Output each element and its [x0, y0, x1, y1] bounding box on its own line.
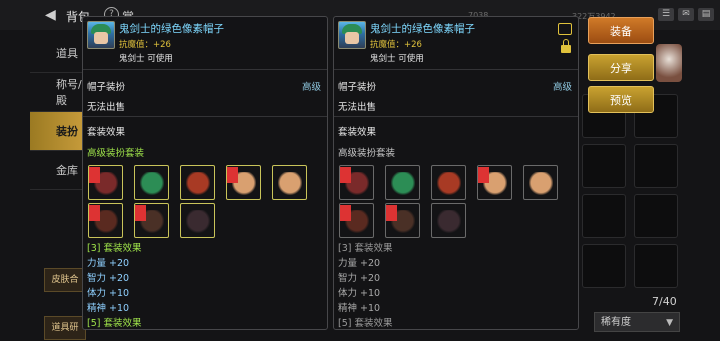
set-name: 高级装扮套装: [338, 148, 396, 159]
item-class-requirement: 鬼剑士 可使用: [370, 54, 424, 64]
set-bonus-next-header: [5] 套装效果: [338, 318, 393, 329]
back-arrow-icon[interactable]: ◀: [45, 7, 56, 23]
menu-icon[interactable]: ▤: [698, 8, 714, 21]
set-bonus-int: 智力 +20: [338, 273, 381, 284]
set-bonus-vit: 体力 +10: [338, 288, 381, 299]
neck-icon[interactable]: [523, 165, 558, 200]
item-grade: 高级: [301, 82, 321, 93]
item-name: 鬼剑士的绿色像素帽子: [370, 23, 475, 35]
set-bonus-next-header: [5] 套装效果: [87, 318, 142, 329]
preview-button[interactable]: 预览: [588, 86, 654, 113]
tag-icon: [227, 167, 238, 183]
hair-icon[interactable]: [431, 165, 466, 200]
hair-icon[interactable]: [339, 165, 374, 200]
divider: [334, 116, 578, 117]
divider: [334, 69, 578, 70]
face-icon[interactable]: [226, 165, 261, 200]
inventory-slot[interactable]: [582, 194, 626, 238]
pants-icon[interactable]: [134, 203, 169, 238]
set-bonus-str: 力量 +20: [338, 258, 381, 269]
tag-icon: [386, 205, 397, 221]
nav-item-1[interactable]: 称号/殿: [30, 73, 82, 112]
face-icon[interactable]: [477, 165, 512, 200]
sell-status: 无法出售: [338, 102, 377, 113]
nav-item-3[interactable]: 金库: [30, 151, 82, 190]
set-bonus-str: 力量 +20: [87, 258, 130, 269]
sell-status: 无法出售: [87, 102, 126, 113]
hair-icon[interactable]: [88, 165, 123, 200]
set-bonus-vit: 体力 +10: [87, 288, 130, 299]
sort-label: 稀有度: [601, 317, 631, 328]
nav-item-0[interactable]: 道具: [30, 34, 82, 73]
shoes-icon[interactable]: [180, 203, 215, 238]
promo-item[interactable]: 道具研: [44, 316, 86, 340]
item-slot: 帽子装扮: [87, 82, 126, 93]
inventory-slot[interactable]: [634, 194, 678, 238]
divider: [83, 116, 327, 117]
hair-icon[interactable]: [180, 165, 215, 200]
set-bonus-header: [3] 套装效果: [87, 243, 142, 254]
left-nav: 道具 称号/殿 装扮 金库: [30, 34, 82, 190]
inventory-slot[interactable]: [582, 144, 626, 188]
item-thumbnail: [338, 21, 366, 49]
lock-icon[interactable]: [561, 39, 571, 53]
hat-icon[interactable]: [385, 165, 420, 200]
top-icons: ☰ ✉ ▤: [658, 8, 714, 21]
item-stat: 抗魔值：+26: [370, 40, 422, 50]
item-name: 鬼剑士的绿色像素帽子: [119, 23, 224, 35]
pants-icon[interactable]: [385, 203, 420, 238]
promo-skin[interactable]: 皮肤合: [44, 268, 86, 292]
set-bonus-header: [3] 套装效果: [338, 243, 393, 254]
inventory-count: 7/40: [652, 295, 677, 308]
inventory-slot[interactable]: [634, 244, 678, 288]
tag-icon: [478, 167, 489, 183]
chevron-down-icon: ▼: [666, 318, 673, 328]
set-effect-header: 套装效果: [338, 127, 377, 138]
item-grade: 高级: [552, 82, 572, 93]
set-bonus-spi: 精神 +10: [87, 303, 130, 314]
sort-dropdown[interactable]: 稀有度 ▼: [594, 312, 680, 332]
equip-button[interactable]: 装备: [588, 17, 654, 44]
mail-icon[interactable]: ✉: [678, 8, 694, 21]
nav-item-2[interactable]: 装扮: [30, 112, 82, 151]
tag-icon: [135, 205, 146, 221]
item-tooltip-selected: 鬼剑士的绿色像素帽子 抗魔值：+26 鬼剑士 可使用 帽子装扮 高级 无法出售 …: [333, 16, 579, 330]
item-thumbnail: [87, 21, 115, 49]
top-icon[interactable]: [339, 203, 374, 238]
item-slot: 帽子装扮: [338, 82, 377, 93]
set-effect-header: 套装效果: [87, 127, 126, 138]
set-name: 高级装扮套装: [87, 148, 145, 159]
item-tooltip-compare: 鬼剑士的绿色像素帽子 抗魔值：+26 鬼剑士 可使用 帽子装扮 高级 无法出售 …: [82, 16, 328, 330]
inventory-grid: [582, 94, 682, 288]
item-class-requirement: 鬼剑士 可使用: [119, 54, 173, 64]
inventory-slot[interactable]: [582, 244, 626, 288]
tag-icon: [89, 205, 100, 221]
tag-icon: [340, 205, 351, 221]
shoes-icon[interactable]: [431, 203, 466, 238]
top-icon[interactable]: [88, 203, 123, 238]
divider: [83, 69, 327, 70]
character-avatar[interactable]: [656, 44, 682, 82]
set-bonus-int: 智力 +20: [87, 273, 130, 284]
item-stat: 抗魔值：+26: [119, 40, 171, 50]
neck-icon[interactable]: [272, 165, 307, 200]
share-button[interactable]: 分享: [588, 54, 654, 81]
tag-icon: [340, 167, 351, 183]
hat-icon[interactable]: [134, 165, 169, 200]
set-bonus-spi: 精神 +10: [338, 303, 381, 314]
tag-icon: [89, 167, 100, 183]
share-icon[interactable]: [558, 23, 572, 35]
chat-icon[interactable]: ☰: [658, 8, 674, 21]
inventory-slot[interactable]: [634, 144, 678, 188]
